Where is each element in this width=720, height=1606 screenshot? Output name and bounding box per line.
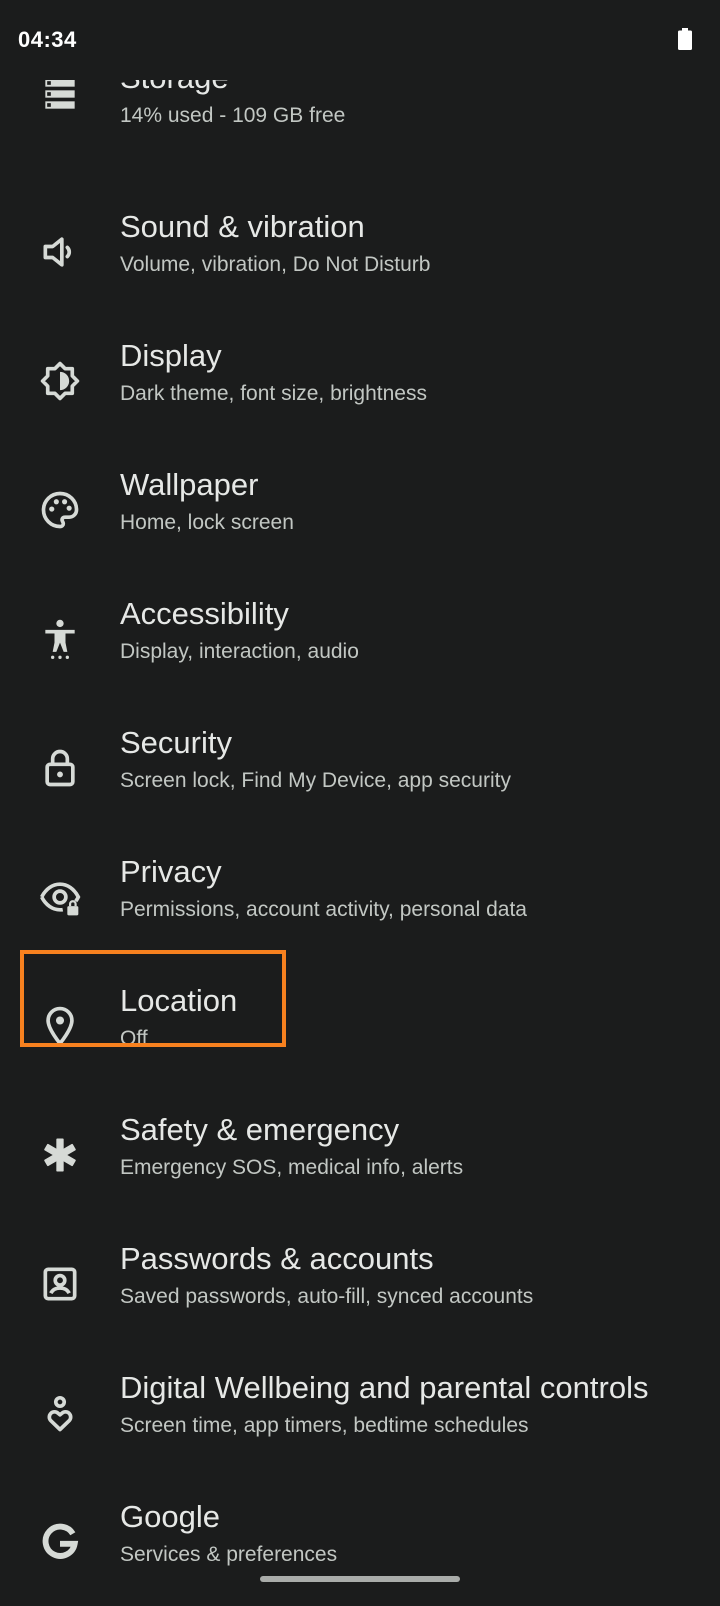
- setting-subtitle: Display, interaction, audio: [120, 640, 359, 663]
- setting-title: Google: [120, 1499, 220, 1534]
- setting-subtitle: Emergency SOS, medical info, alerts: [120, 1156, 464, 1179]
- setting-title: Privacy: [120, 854, 222, 889]
- account-box-icon: [38, 1262, 82, 1306]
- setting-subtitle: Permissions, account activity, personal …: [120, 898, 527, 921]
- settings-item-passwords[interactable]: Passwords & accounts Saved passwords, au…: [0, 1219, 720, 1348]
- status-bar: 04:34: [0, 0, 720, 80]
- google-g-icon: [38, 1520, 82, 1564]
- lock-icon: [38, 746, 82, 790]
- setting-subtitle: Services & preferences: [120, 1543, 338, 1566]
- palette-icon: [38, 488, 82, 532]
- settings-item-security[interactable]: Security Screen lock, Find My Device, ap…: [0, 703, 720, 832]
- setting-title: Sound & vibration: [120, 209, 365, 244]
- brightness-icon: [38, 359, 82, 403]
- setting-subtitle: Home, lock screen: [120, 511, 294, 534]
- speaker-icon: [38, 230, 82, 274]
- accessibility-icon: [38, 617, 82, 661]
- setting-subtitle: Screen lock, Find My Device, app securit…: [120, 769, 511, 792]
- settings-item-privacy[interactable]: Privacy Permissions, account activity, p…: [0, 832, 720, 961]
- battery-full-icon: [678, 28, 692, 50]
- asterisk-icon: [38, 1133, 82, 1177]
- settings-item-display[interactable]: Display Dark theme, font size, brightnes…: [0, 316, 720, 445]
- setting-title: Safety & emergency: [120, 1112, 400, 1147]
- wellbeing-heart-icon: [38, 1391, 82, 1435]
- setting-title: Wallpaper: [120, 467, 259, 502]
- setting-title: Digital Wellbeing and parental controls: [120, 1370, 649, 1405]
- setting-title: Accessibility: [120, 596, 289, 631]
- settings-item-google[interactable]: Google Services & preferences: [0, 1477, 720, 1606]
- gesture-nav-handle[interactable]: [260, 1576, 460, 1582]
- settings-item-accessibility[interactable]: Accessibility Display, interaction, audi…: [0, 574, 720, 703]
- setting-subtitle: Saved passwords, auto-fill, synced accou…: [120, 1285, 534, 1308]
- settings-item-safety[interactable]: Safety & emergency Emergency SOS, medica…: [0, 1090, 720, 1219]
- status-clock: 04:34: [18, 27, 77, 52]
- settings-item-wellbeing[interactable]: Digital Wellbeing and parental controls …: [0, 1348, 720, 1477]
- setting-subtitle: Volume, vibration, Do Not Disturb: [120, 253, 431, 276]
- eye-lock-icon: [38, 875, 82, 919]
- settings-item-wallpaper[interactable]: Wallpaper Home, lock screen: [0, 445, 720, 574]
- settings-list: Storage 14% used - 109 GB free Sound & v…: [0, 0, 720, 1600]
- setting-title: Passwords & accounts: [120, 1241, 434, 1276]
- setting-subtitle: 14% used - 109 GB free: [120, 104, 346, 127]
- setting-title: Display: [120, 338, 222, 373]
- setting-subtitle: Dark theme, font size, brightness: [120, 382, 427, 405]
- setting-title: Security: [120, 725, 232, 760]
- settings-item-sound[interactable]: Sound & vibration Volume, vibration, Do …: [0, 187, 720, 316]
- setting-subtitle: Screen time, app timers, bedtime schedul…: [120, 1414, 529, 1437]
- location-highlight-box: [20, 950, 286, 1047]
